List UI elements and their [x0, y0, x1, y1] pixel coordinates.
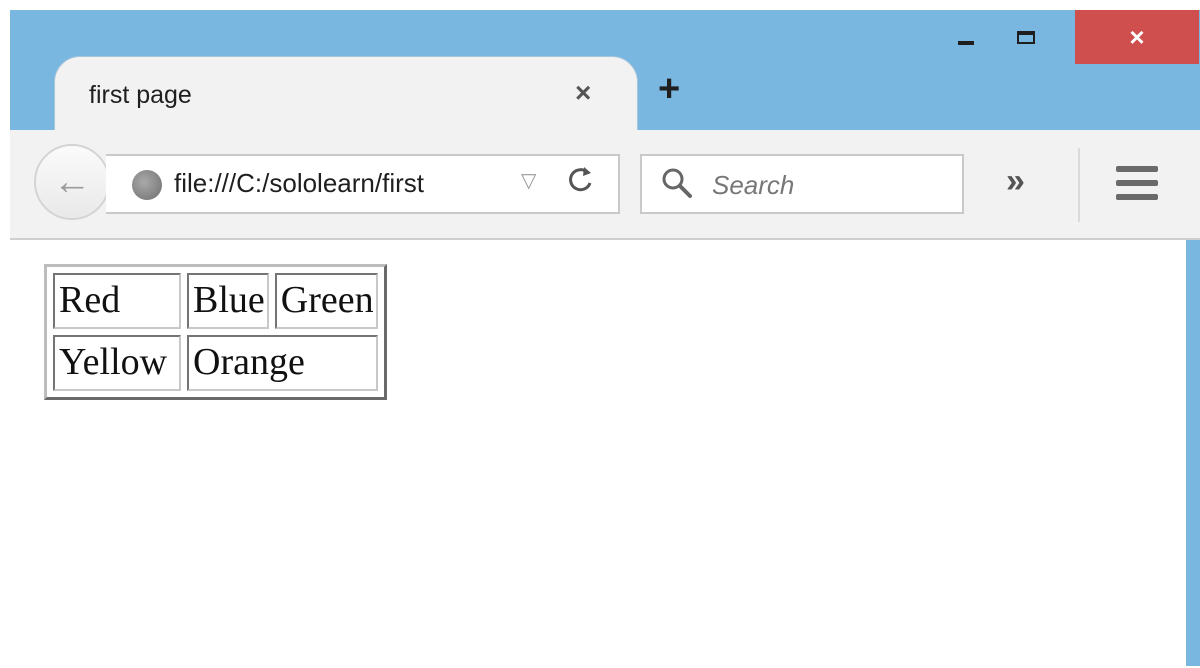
table-row: Yellow Orange — [53, 334, 378, 391]
hamburger-menu-icon[interactable] — [1116, 166, 1158, 202]
minimize-button[interactable] — [940, 10, 992, 64]
table-row: Red Blue Green — [53, 273, 378, 329]
back-arrow-icon: ← — [53, 160, 91, 203]
table-cell: Blue — [187, 273, 269, 329]
search-bar[interactable]: Search — [640, 154, 964, 214]
minimize-icon — [958, 41, 974, 45]
close-window-button[interactable]: × — [1075, 10, 1199, 64]
search-icon — [662, 168, 692, 198]
table-cell: Green — [274, 273, 378, 329]
reload-icon[interactable] — [566, 164, 596, 204]
close-icon: × — [1129, 22, 1145, 52]
maximize-icon — [1017, 30, 1035, 44]
globe-icon — [132, 170, 162, 200]
color-table: Red Blue Green Yellow Orange — [44, 264, 387, 400]
browser-window: × first page × + ← file:///C:/sololearn/… — [10, 10, 1200, 666]
tab-close-icon[interactable]: × — [575, 77, 591, 109]
back-button[interactable]: ← — [34, 144, 110, 220]
page-content: Red Blue Green Yellow Orange — [10, 240, 1186, 666]
toolbar-divider — [1078, 148, 1080, 222]
tab-title: first page — [89, 81, 192, 109]
url-text[interactable]: file:///C:/sololearn/first — [174, 168, 424, 199]
new-tab-button[interactable]: + — [658, 70, 680, 108]
table-cell: Red — [53, 273, 181, 329]
url-dropdown-icon[interactable]: ▽ — [521, 168, 536, 193]
tab-first-page[interactable]: first page × — [54, 56, 638, 130]
overflow-chevron-icon[interactable]: » — [1006, 162, 1025, 201]
navigation-toolbar: ← file:///C:/sololearn/first ▽ Search » — [10, 130, 1200, 240]
maximize-button[interactable] — [996, 10, 1056, 64]
search-input[interactable]: Search — [712, 170, 794, 201]
url-bar[interactable]: file:///C:/sololearn/first ▽ — [106, 154, 620, 214]
table-cell: Orange — [187, 334, 378, 391]
table-cell: Yellow — [53, 334, 181, 391]
reload-svg — [569, 167, 592, 192]
